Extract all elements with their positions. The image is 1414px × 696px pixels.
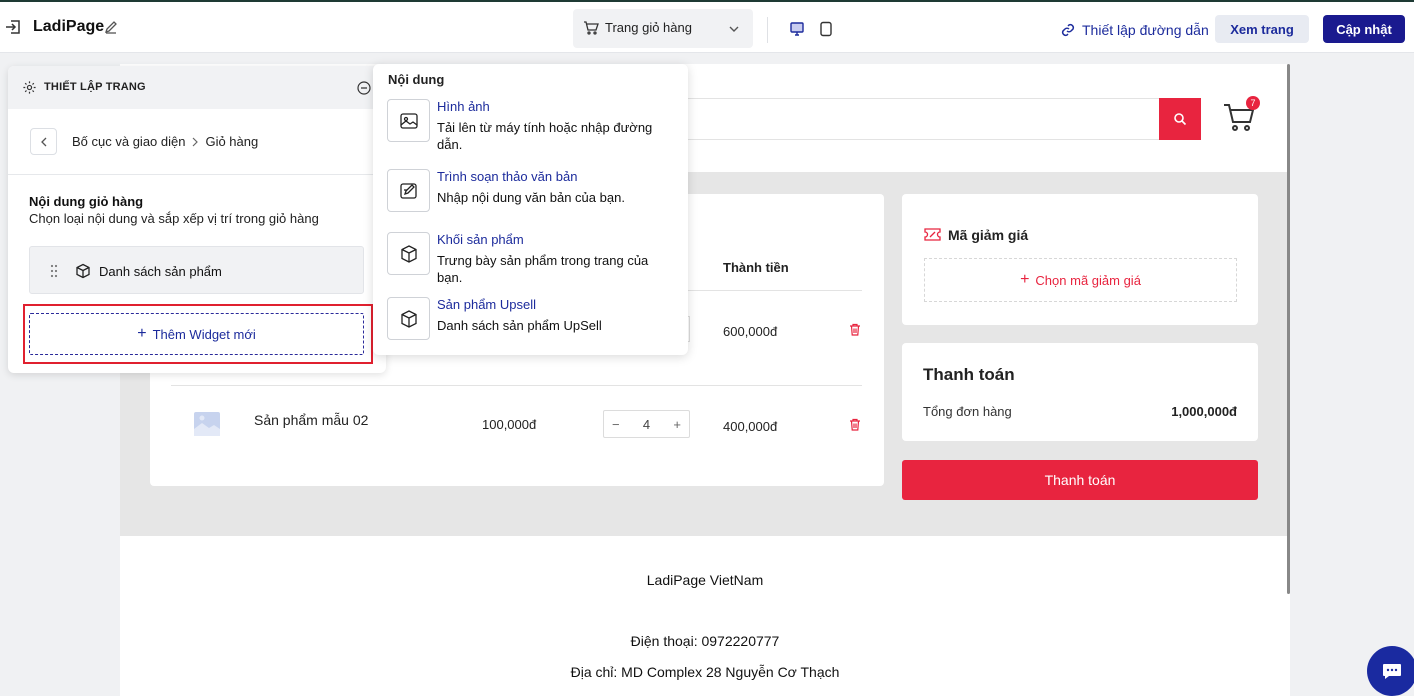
coupon-title: Mã giảm giá — [948, 227, 1029, 243]
coupon-card: Mã giảm giá + Chọn mã giảm giá — [902, 194, 1258, 325]
menu-item-desc: Nhập nội dung văn bản của bạn. — [437, 190, 625, 205]
link-icon — [1061, 23, 1075, 37]
image-icon — [387, 99, 430, 142]
highlight-box — [23, 304, 373, 364]
app-title: LadiPage — [33, 18, 105, 35]
chevron-left-icon — [40, 137, 46, 146]
setup-link-button[interactable]: Thiết lập đường dẫn — [1060, 20, 1209, 40]
checkout-button[interactable]: Thanh toán — [902, 460, 1258, 500]
menu-item-name: Hình ảnh — [437, 99, 490, 114]
chat-button[interactable] — [1367, 646, 1414, 696]
row-total: 600,000đ — [723, 324, 778, 339]
box-icon — [387, 297, 430, 340]
section-description: Chọn loại nội dung và sắp xếp vị trí tro… — [29, 211, 319, 226]
page-select-label: Trang giỏ hàng — [605, 20, 692, 35]
gear-icon — [23, 81, 36, 94]
cart-icon — [584, 21, 599, 35]
panel-title: THIẾT LẬP TRANG — [44, 81, 146, 93]
choose-coupon-button[interactable]: + Chọn mã giảm giá — [924, 258, 1237, 302]
exit-icon[interactable] — [4, 18, 22, 36]
quantity-value: 4 — [642, 416, 651, 432]
menu-item-name: Trình soạn thảo văn bản — [437, 169, 578, 184]
product-image-icon — [194, 412, 220, 436]
box-icon — [76, 263, 90, 279]
pencil-icon[interactable] — [103, 19, 119, 35]
chevron-down-icon — [729, 26, 739, 32]
menu-item-desc: Tải lên từ máy tính hoặc nhập đường dẫn. — [437, 120, 653, 152]
content-menu-title: Nội dung — [388, 72, 445, 87]
chat-icon — [1383, 664, 1401, 679]
setup-link-label: Thiết lập đường dẫn — [1082, 22, 1209, 38]
quantity-stepper[interactable]: − 4 + — [603, 410, 690, 438]
payment-summary: Thanh toán Tổng đơn hàng 1,000,000đ — [902, 343, 1258, 441]
column-header-total: Thành tiền — [723, 260, 789, 275]
collapse-icon[interactable] — [357, 81, 371, 95]
plus-icon[interactable]: + — [673, 417, 681, 432]
footer-company: LadiPage VietNam — [646, 572, 764, 588]
content-menu: Nội dung Hình ảnh Tải lên từ máy tính ho… — [373, 64, 688, 355]
product-price: 100,000đ — [482, 417, 537, 432]
desktop-icon[interactable] — [789, 21, 805, 37]
menu-item-name: Khối sản phẩm — [437, 232, 524, 247]
section-title: Nội dung giỏ hàng — [29, 194, 144, 209]
trash-icon[interactable] — [849, 323, 861, 336]
coupon-icon — [924, 228, 941, 241]
choose-coupon-label: Chọn mã giảm giá — [1035, 272, 1141, 288]
menu-item-desc: Danh sách sản phẩm UpSell — [437, 318, 602, 333]
footer-phone: Điện thoại: 0972220777 — [630, 633, 780, 649]
widget-item-product-list[interactable]: Danh sách sản phẩm — [29, 246, 364, 294]
search-icon — [1174, 113, 1187, 126]
search-button[interactable] — [1159, 98, 1201, 140]
menu-item-name: Sản phẩm Upsell — [437, 297, 536, 312]
breadcrumb: Bố cục và giao diện Giỏ hàng — [72, 134, 258, 149]
page-select[interactable]: Trang giỏ hàng — [573, 9, 753, 48]
row-divider — [171, 385, 862, 386]
widget-label: Danh sách sản phẩm — [99, 264, 222, 279]
cart-badge: 7 — [1246, 96, 1260, 110]
trash-icon[interactable] — [849, 418, 861, 431]
box-icon — [387, 232, 430, 275]
menu-item-desc: Trưng bày sản phẩm trong trang của bạn. — [437, 253, 649, 285]
search-input[interactable] — [640, 98, 1160, 140]
payment-title: Thanh toán — [923, 365, 1015, 384]
mobile-icon[interactable] — [818, 21, 834, 37]
product-name: Sản phẩm mẫu 02 — [254, 412, 369, 428]
update-button[interactable]: Cập nhật — [1323, 15, 1405, 43]
divider — [767, 17, 768, 43]
breadcrumb-current: Giỏ hàng — [205, 134, 259, 149]
footer-address: Địa chỉ: MD Complex 28 Nguyễn Cơ Thạch — [570, 664, 840, 680]
panel-header: THIẾT LẬP TRANG — [8, 66, 386, 109]
text-editor-icon — [387, 169, 430, 212]
scrollbar[interactable] — [1287, 64, 1290, 594]
top-bar: LadiPage Trang giỏ hàng Thiết lập đường … — [0, 0, 1414, 53]
chevron-right-icon — [193, 137, 199, 146]
plus-icon: + — [1020, 271, 1030, 288]
minus-icon[interactable]: − — [612, 417, 620, 432]
divider — [8, 174, 386, 175]
order-total-value: 1,000,000đ — [1171, 404, 1237, 419]
view-page-button[interactable]: Xem trang — [1215, 15, 1309, 43]
drag-handle-icon[interactable] — [50, 264, 58, 278]
order-total-label: Tổng đơn hàng — [923, 404, 1012, 419]
row-total: 400,000đ — [723, 419, 778, 434]
back-button[interactable] — [30, 128, 57, 155]
breadcrumb-parent[interactable]: Bố cục và giao diện — [72, 134, 185, 149]
